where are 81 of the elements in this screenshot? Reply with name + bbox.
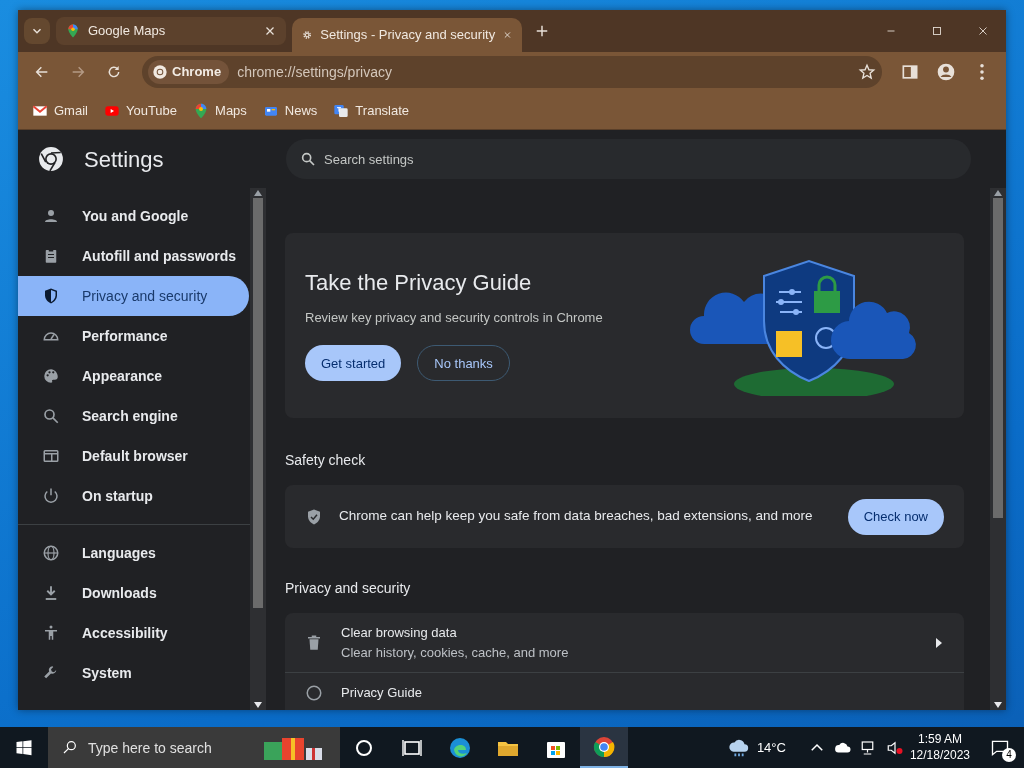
person-icon [42, 207, 60, 225]
reload-icon [106, 64, 122, 80]
browser-window-icon [42, 447, 60, 465]
sidebar-item[interactable]: Default browser [18, 436, 249, 476]
accessibility-icon [42, 624, 60, 642]
bookmark[interactable]: Maps [187, 96, 253, 125]
sidebar-item[interactable]: Appearance [18, 356, 249, 396]
taskbar-search-field[interactable]: Type here to search [48, 727, 340, 768]
back-arrow-icon [34, 64, 50, 80]
shield-icon [42, 287, 60, 305]
chrome-icon [592, 734, 616, 759]
weather-button[interactable]: 14°C [720, 727, 792, 768]
forward-arrow-icon [70, 64, 86, 80]
sidebar-item[interactable]: Performance [18, 316, 249, 356]
scroll-down-icon[interactable] [254, 702, 262, 708]
side-panel-icon [900, 62, 920, 82]
edge-icon [448, 735, 472, 760]
row-title: Privacy Guide [341, 684, 423, 702]
row-title: Clear browsing data [341, 624, 458, 642]
scroll-up-icon[interactable] [254, 190, 262, 196]
page-title: Settings [84, 145, 164, 174]
bookmark[interactable]: News [256, 96, 324, 125]
tab-search-button[interactable] [24, 18, 50, 44]
section-heading: Privacy and security [285, 579, 412, 598]
person-icon [936, 62, 956, 82]
star-icon[interactable] [858, 63, 876, 81]
settings-row[interactable]: Privacy Guide [285, 673, 964, 710]
compass-icon [305, 683, 323, 702]
scroll-up-icon[interactable] [994, 190, 1002, 196]
globe-icon [42, 544, 60, 562]
row-subtitle: Clear history, cookies, cache, and more [341, 643, 570, 662]
search-icon [42, 407, 60, 425]
translate-icon [333, 102, 350, 119]
notification-count: 4 [1002, 748, 1016, 762]
plus-icon [535, 24, 549, 38]
sidebar-item[interactable]: Autofill and passwords [18, 236, 249, 276]
bookmark[interactable]: YouTube [97, 96, 184, 125]
browser-tab[interactable]: Google Maps [56, 17, 286, 45]
bookmark[interactable]: Translate [327, 96, 416, 125]
chrome-logo-icon [38, 146, 64, 172]
sidebar-item[interactable]: System [18, 653, 249, 693]
sidebar-item[interactable]: On startup [18, 476, 249, 516]
get-started-button[interactable]: Get started [305, 345, 402, 382]
close-icon[interactable] [264, 25, 276, 37]
palette-icon [42, 367, 60, 385]
gear-icon [302, 28, 313, 42]
safety-check-text: Chrome can help keep you safe from data breaches, bad extensions, and more [339, 507, 814, 526]
notifications-button[interactable]: 4 [976, 727, 1024, 768]
check-now-button[interactable]: Check now [847, 498, 944, 535]
taskbar-app-button[interactable] [580, 727, 628, 768]
chevron-right-icon [936, 637, 944, 648]
search-field[interactable]: Search settings [286, 139, 971, 179]
sidebar-item[interactable]: Languages [18, 533, 249, 573]
url-text: chrome://settings/privacy [237, 62, 393, 82]
browser-tab[interactable]: Settings - Privacy and security [292, 18, 522, 52]
sidebar-item[interactable]: Privacy and security [18, 276, 249, 316]
section-heading: Safety check [285, 451, 367, 470]
scrollbar[interactable] [990, 188, 1006, 710]
site-chip[interactable]: Chrome [148, 60, 230, 84]
sidebar-item[interactable]: Downloads [18, 573, 249, 613]
scroll-down-icon[interactable] [994, 702, 1002, 708]
search-icon [300, 151, 316, 167]
chrome-logo-icon [152, 64, 168, 80]
settings-row[interactable]: Clear browsing data Clear history, cookies, cache, and more [285, 613, 964, 673]
address-bar[interactable]: Chrome chrome://settings/privacy [142, 56, 882, 88]
scrollbar[interactable] [250, 188, 266, 710]
card-description: Review key privacy and security controls in Chrome [305, 308, 604, 327]
windows-logo-icon [15, 738, 33, 757]
card-title: Take the Privacy Guide [305, 269, 533, 296]
search-icon [62, 739, 78, 755]
sidebar-item[interactable]: You and Google [18, 196, 249, 236]
trash-icon [305, 633, 323, 652]
menu-icon [980, 64, 984, 80]
map-pin-icon [66, 23, 80, 39]
shield-check-icon [305, 507, 323, 526]
clock[interactable]: 1:59 AM 12/18/2023 [903, 727, 976, 768]
sidebar-item[interactable]: Search engine [18, 396, 249, 436]
power-icon [42, 487, 60, 505]
sidebar-item[interactable]: Accessibility [18, 613, 249, 653]
bookmark[interactable]: Gmail [26, 96, 94, 125]
maximize-icon [930, 24, 944, 38]
